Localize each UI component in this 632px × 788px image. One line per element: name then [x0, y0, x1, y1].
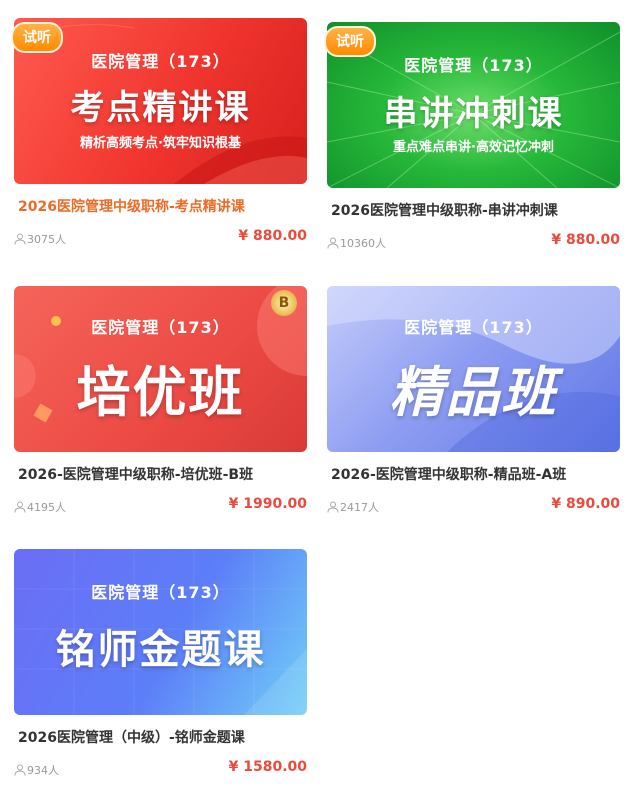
course-card-peiyou[interactable]: B 医院管理（173） 培优班 2026-医院管理中级职称-培优班-B班 419…	[14, 286, 307, 536]
course-meta: 4195人 ¥ 1990.00	[14, 496, 307, 516]
course-price: ¥ 890.00	[551, 496, 620, 512]
thumbnail-main-title: 铭师金题课	[55, 627, 266, 673]
course-price: ¥ 880.00	[238, 228, 307, 244]
course-title[interactable]: 2026-医院管理中级职称-培优班-B班	[18, 464, 253, 484]
course-card-jingpin[interactable]: 医院管理（173） 精品班 2026-医院管理中级职称-精品班-A班 2417人…	[327, 286, 620, 536]
thumbnail-tagline: 重点难点串讲·高效记忆冲刺	[393, 140, 554, 155]
course-meta: 3075人 ¥ 880.00	[14, 228, 307, 248]
thumbnail-subtitle: 医院管理（173）	[91, 52, 230, 71]
student-count: 10360人	[340, 237, 386, 250]
student-count: 934人	[27, 764, 59, 777]
student-count: 4195人	[27, 501, 66, 514]
course-price: ¥ 880.00	[551, 232, 620, 248]
trial-badge: 试听	[11, 22, 63, 53]
course-card-mingshi[interactable]: 医院管理（173） 铭师金题课 2026医院管理（中级）-铭师金题课 934人 …	[14, 549, 307, 788]
course-title[interactable]: 2026医院管理（中级）-铭师金题课	[18, 727, 245, 747]
thumbnail-subtitle: 医院管理（173）	[91, 583, 230, 602]
course-title[interactable]: 2026-医院管理中级职称-精品班-A班	[331, 464, 566, 484]
course-meta: 934人 ¥ 1580.00	[14, 759, 307, 779]
thumbnail-main-title: 考点精讲课	[70, 88, 251, 128]
person-icon	[14, 233, 26, 245]
course-price: ¥ 1580.00	[228, 759, 307, 775]
trial-badge: 试听	[324, 26, 376, 57]
person-icon	[14, 764, 26, 776]
person-icon	[327, 237, 339, 249]
course-card-chuanjiang[interactable]: 医院管理（173） 串讲冲刺课 重点难点串讲·高效记忆冲刺 试听 2026医院管…	[324, 22, 620, 272]
course-title[interactable]: 2026医院管理中级职称-串讲冲刺课	[331, 200, 558, 220]
thumbnail-main-title: 串讲冲刺课	[383, 94, 564, 134]
student-count: 3075人	[27, 233, 66, 246]
person-icon	[327, 501, 339, 513]
thumbnail-subtitle: 医院管理（173）	[404, 318, 543, 337]
course-card-kaodian[interactable]: 医院管理（173） 考点精讲课 精析高频考点·筑牢知识根基 试听 2026医院管…	[11, 18, 307, 268]
student-count: 2417人	[340, 501, 379, 514]
thumbnail-main-title: 培优班	[76, 361, 245, 424]
b-medal-icon: B	[271, 290, 297, 316]
thumbnail-main-title: 精品班	[389, 361, 558, 424]
course-thumbnail[interactable]: B 医院管理（173） 培优班	[14, 286, 307, 452]
course-price: ¥ 1990.00	[228, 496, 307, 512]
course-meta: 10360人 ¥ 880.00	[327, 232, 620, 252]
course-title[interactable]: 2026医院管理中级职称-考点精讲课	[18, 196, 245, 216]
course-meta: 2417人 ¥ 890.00	[327, 496, 620, 516]
thumbnail-tagline: 精析高频考点·筑牢知识根基	[80, 136, 241, 151]
person-icon	[14, 501, 26, 513]
thumbnail-subtitle: 医院管理（173）	[91, 318, 230, 337]
course-thumbnail[interactable]: 医院管理（173） 铭师金题课	[14, 549, 307, 715]
thumbnail-subtitle: 医院管理（173）	[404, 56, 543, 75]
course-thumbnail[interactable]: 医院管理（173） 精品班	[327, 286, 620, 452]
